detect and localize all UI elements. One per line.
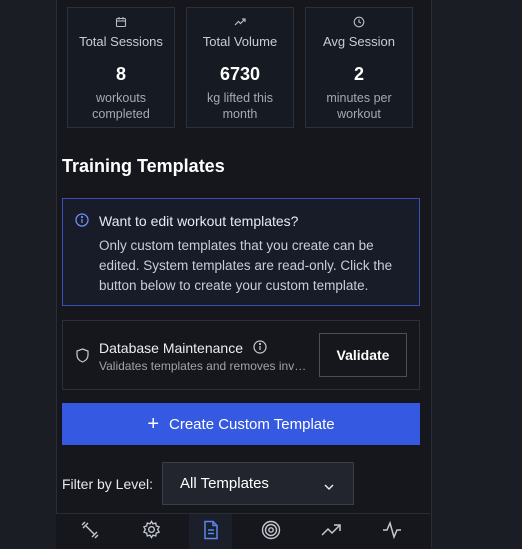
nav-progress[interactable] — [320, 521, 342, 543]
maintenance-description: Validates templates and removes invalid … — [99, 359, 309, 373]
filter-label: Filter by Level: — [62, 476, 154, 492]
stat-subtext: kg lifted this month — [206, 91, 273, 121]
info-callout: Want to edit workout templates? Only cus… — [62, 198, 420, 306]
activity-icon — [382, 520, 402, 544]
stat-subtext: minutes per workout — [326, 91, 392, 121]
stat-value: 6730 — [219, 64, 261, 84]
bottom-navigation — [56, 513, 430, 549]
nav-templates[interactable] — [200, 520, 222, 545]
create-button-label: Create Custom Template — [169, 415, 335, 433]
chevron-down-icon — [323, 478, 335, 495]
target-icon — [261, 520, 281, 545]
section-title: Training Templates — [62, 156, 225, 176]
create-custom-template-button[interactable]: + Create Custom Template — [62, 403, 420, 445]
gear-icon — [142, 520, 161, 544]
shield-icon — [76, 348, 89, 368]
info-body: Only custom templates that you create ca… — [99, 238, 393, 293]
dumbbell-icon — [80, 520, 100, 545]
clock-icon — [306, 16, 412, 30]
stat-label: Total Sessions — [79, 34, 163, 49]
nav-goals[interactable] — [260, 520, 282, 545]
nav-settings[interactable] — [140, 520, 162, 544]
stat-card-total-volume: Total Volume 6730 kg lifted this month — [186, 7, 294, 128]
nav-workouts[interactable] — [79, 521, 101, 543]
stat-subtext: workouts completed — [92, 91, 150, 121]
stat-value: 8 — [115, 64, 126, 84]
document-icon — [202, 520, 220, 545]
stat-card-avg-session: Avg Session 2 minutes per workout — [305, 7, 413, 128]
info-icon[interactable] — [253, 340, 267, 359]
trend-up-icon — [187, 16, 293, 30]
trending-up-icon — [321, 523, 341, 542]
info-icon — [75, 213, 89, 232]
stat-label: Total Volume — [202, 34, 278, 49]
stat-label: Avg Session — [322, 34, 396, 49]
validate-button[interactable]: Validate — [319, 333, 407, 377]
filter-selected-value: All Templates — [180, 475, 269, 492]
plus-icon: + — [147, 413, 160, 435]
stat-card-total-sessions: Total Sessions 8 workouts completed — [67, 7, 175, 128]
info-title: Want to edit workout templates? — [99, 213, 299, 229]
calendar-icon — [68, 16, 174, 30]
database-maintenance-card: Database Maintenance Validates templates… — [62, 320, 420, 390]
level-filter-select[interactable]: All Templates — [162, 462, 354, 505]
nav-activity[interactable] — [381, 520, 403, 544]
maintenance-title: Database Maintenance — [99, 340, 243, 356]
stat-value: 2 — [353, 64, 364, 84]
